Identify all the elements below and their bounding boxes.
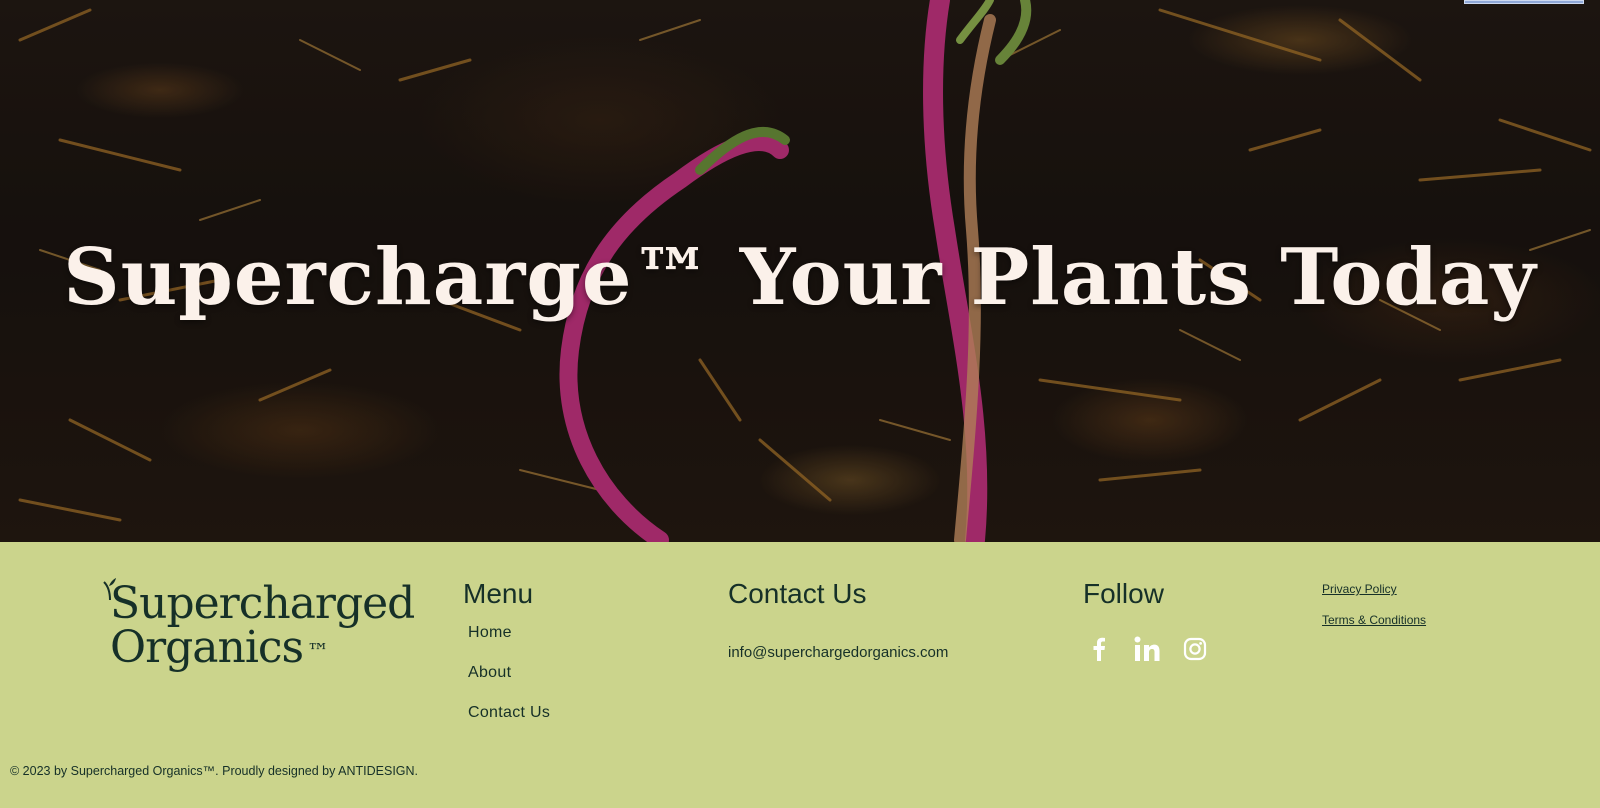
menu-heading: Menu <box>463 578 534 609</box>
privacy-policy-link[interactable]: Privacy Policy <box>1322 582 1426 596</box>
logo-line-2-text: Organics <box>110 622 304 673</box>
hero-section: Supercharge™ Your Plants Today <box>0 0 1600 542</box>
contact-heading: Contact Us <box>728 578 867 609</box>
copyright-text: © 2023 by Supercharged Organics™. Proudl… <box>10 764 419 778</box>
site-footer: Supercharged Organics ™ Menu Home About C… <box>0 542 1600 808</box>
social-links <box>1084 634 1210 664</box>
menu-item-home[interactable]: Home <box>468 624 550 664</box>
logo-line-2: Organics ™ <box>110 622 329 673</box>
footer-menu: Home About Contact Us <box>468 624 550 744</box>
terms-conditions-link[interactable]: Terms & Conditions <box>1322 613 1426 627</box>
menu-item-about[interactable]: About <box>468 664 550 704</box>
hero-title: Supercharge™ Your Plants Today <box>63 232 1537 323</box>
menu-item-label[interactable]: Home <box>468 624 512 641</box>
brand-logo[interactable]: Supercharged Organics ™ <box>100 578 415 678</box>
menu-item-label[interactable]: Contact Us <box>468 704 550 721</box>
facebook-icon[interactable] <box>1084 634 1114 664</box>
contact-email[interactable]: info@superchargedorganics.com <box>728 644 948 661</box>
instagram-icon[interactable] <box>1180 634 1210 664</box>
linkedin-icon[interactable] <box>1132 634 1162 664</box>
follow-heading: Follow <box>1083 578 1164 609</box>
corner-tab[interactable] <box>1464 0 1584 4</box>
legal-links: Privacy Policy Terms & Conditions <box>1322 582 1426 644</box>
menu-item-label[interactable]: About <box>468 664 511 681</box>
logo-trademark: ™ <box>307 640 329 665</box>
menu-item-contact-us[interactable]: Contact Us <box>468 704 550 744</box>
